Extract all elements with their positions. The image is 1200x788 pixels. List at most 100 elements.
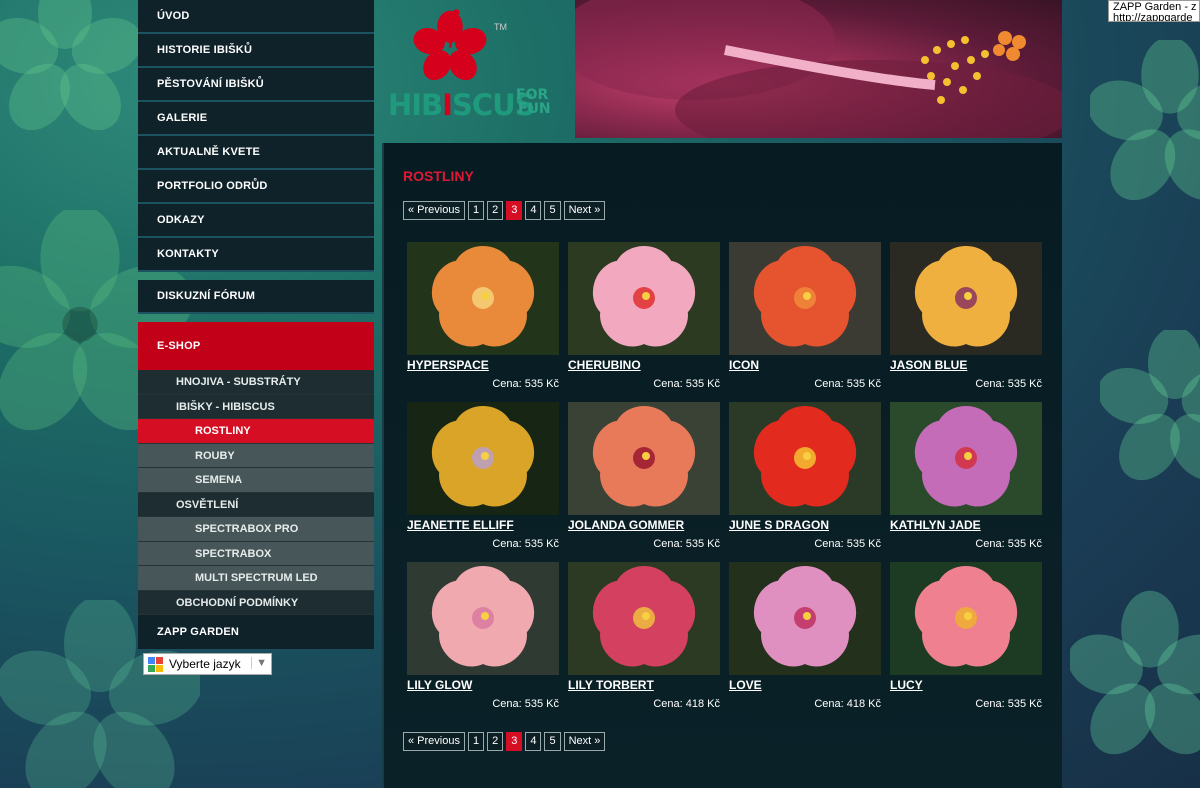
product-card[interactable]: ICON Cena: 535 Kč <box>729 242 881 400</box>
tooltip-url: http://zappgarde <box>1113 12 1193 22</box>
pagination-page-2[interactable]: 2 <box>487 201 504 220</box>
product-image[interactable] <box>890 242 1042 355</box>
pagination-page-3-current[interactable]: 3 <box>506 732 523 751</box>
product-name-link[interactable]: CHERUBINO <box>568 358 641 372</box>
nav-sub-plants[interactable]: ROSTLINY <box>138 419 374 444</box>
product-name-link[interactable]: ICON <box>729 358 759 372</box>
pagination-page-4[interactable]: 4 <box>525 732 542 751</box>
product-image[interactable] <box>729 242 881 355</box>
product-image[interactable] <box>890 402 1042 515</box>
nav-sub-fertilizers[interactable]: HNOJIVA - SUBSTRÁTY <box>138 370 374 395</box>
product-image[interactable] <box>729 562 881 675</box>
product-price: Cena: 535 Kč <box>975 538 1042 550</box>
header-banner-image <box>575 0 1062 138</box>
product-image[interactable] <box>568 562 720 675</box>
logo-wordmark: HIBISCUS <box>388 88 536 122</box>
product-name-link[interactable]: JEANETTE ELLIFF <box>407 518 514 532</box>
product-card[interactable]: JEANETTE ELLIFF Cena: 535 Kč <box>407 402 559 560</box>
product-name-link[interactable]: LILY TORBERT <box>568 678 654 692</box>
pagination-page-3-current[interactable]: 3 <box>506 201 523 220</box>
pagination-page-5[interactable]: 5 <box>544 732 561 751</box>
trademark-label: TM <box>494 22 507 32</box>
hibiscus-flower-icon <box>753 246 857 347</box>
product-name-link[interactable]: LUCY <box>890 678 923 692</box>
product-image[interactable] <box>568 402 720 515</box>
product-name-link[interactable]: KATHLYN JADE <box>890 518 981 532</box>
product-card[interactable]: LILY TORBERT Cena: 418 Kč <box>568 562 720 720</box>
nav-item-pestovani[interactable]: PĚSTOVÁNÍ IBIŠKŮ <box>138 68 374 102</box>
nav-item-zapp-garden[interactable]: ZAPP GARDEN <box>138 615 374 649</box>
nav-sub-lighting[interactable]: OSVĚTLENÍ <box>138 492 374 517</box>
product-card[interactable]: CHERUBINO Cena: 535 Kč <box>568 242 720 400</box>
product-name-link[interactable]: JASON BLUE <box>890 358 967 372</box>
background-flower-icon <box>1097 327 1200 481</box>
hibiscus-flower-icon <box>914 406 1018 507</box>
product-image[interactable] <box>407 242 559 355</box>
product-card[interactable]: KATHLYN JADE Cena: 535 Kč <box>890 402 1042 560</box>
product-card[interactable]: LILY GLOW Cena: 535 Kč <box>407 562 559 720</box>
logo-fun: FUN <box>518 101 551 117</box>
nav-sub-multi-led[interactable]: MULTI SPECTRUM LED <box>138 566 374 591</box>
pagination-bottom: « Previous 1 2 3 4 5 Next » <box>403 732 606 751</box>
product-card[interactable]: LUCY Cena: 535 Kč <box>890 562 1042 720</box>
pagination-next[interactable]: Next » <box>563 732 606 751</box>
product-card[interactable]: JUNE S DRAGON Cena: 535 Kč <box>729 402 881 560</box>
product-card[interactable]: LOVE Cena: 418 Kč <box>729 562 881 720</box>
background-flower-icon <box>0 0 143 131</box>
product-price: Cena: 535 Kč <box>975 698 1042 710</box>
product-image[interactable] <box>407 402 559 515</box>
product-image[interactable] <box>568 242 720 355</box>
nav-item-galerie[interactable]: GALERIE <box>138 102 374 136</box>
product-price: Cena: 535 Kč <box>653 538 720 550</box>
nav-item-eshop[interactable]: E-SHOP <box>138 322 374 370</box>
product-card[interactable]: HYPERSPACE Cena: 535 Kč <box>407 242 559 400</box>
site-logo[interactable]: TM HIBISCUS FOR FUN <box>384 0 574 140</box>
product-card[interactable]: JASON BLUE Cena: 535 Kč <box>890 242 1042 400</box>
pagination-page-1[interactable]: 1 <box>467 201 485 220</box>
page-title: ROSTLINY <box>403 168 474 184</box>
nav-sub-spectrabox-pro[interactable]: SPECTRABOX PRO <box>138 517 374 542</box>
nav-sub-terms[interactable]: OBCHODNÍ PODMÍNKY <box>138 590 374 615</box>
product-name-link[interactable]: JUNE S DRAGON <box>729 518 829 532</box>
pagination-prev[interactable]: « Previous <box>403 732 465 751</box>
nav-sub-cuttings[interactable]: ROUBY <box>138 443 374 468</box>
product-name-link[interactable]: LILY GLOW <box>407 678 472 692</box>
nav-item-forum[interactable]: DISKUZNÍ FÓRUM <box>138 280 374 314</box>
pagination-page-2[interactable]: 2 <box>487 732 504 751</box>
nav-item-odkazy[interactable]: ODKAZY <box>138 204 374 238</box>
product-image[interactable] <box>407 562 559 675</box>
pagination-page-4[interactable]: 4 <box>525 201 542 220</box>
pagination-page-5[interactable]: 5 <box>544 201 561 220</box>
hibiscus-banner-icon <box>575 0 1062 138</box>
product-price: Cena: 535 Kč <box>653 378 720 390</box>
product-image[interactable] <box>729 402 881 515</box>
pagination-page-1[interactable]: 1 <box>467 732 485 751</box>
product-price: Cena: 535 Kč <box>814 378 881 390</box>
nav-sub-hibiscus[interactable]: IBIŠKY - HIBISCUS <box>138 394 374 419</box>
hibiscus-flower-icon <box>592 246 696 347</box>
nav-sub-seeds[interactable]: SEMENA <box>138 468 374 493</box>
nav-item-portfolio[interactable]: PORTFOLIO ODRŮD <box>138 170 374 204</box>
hibiscus-flower-icon <box>592 406 696 507</box>
product-name-link[interactable]: JOLANDA GOMMER <box>568 518 684 532</box>
nav-item-uvod[interactable]: ÚVOD <box>138 0 374 34</box>
pagination-next[interactable]: Next » <box>563 201 606 220</box>
nav-item-historie[interactable]: HISTORIE IBIŠKŮ <box>138 34 374 68</box>
nav-item-kontakty[interactable]: KONTAKTY <box>138 238 374 272</box>
pagination-top: « Previous 1 2 3 4 5 Next » <box>403 201 606 220</box>
language-select[interactable]: Vyberte jazyk ▼ <box>143 653 272 675</box>
hibiscus-flower-icon <box>753 566 857 667</box>
nav-sub-spectrabox[interactable]: SPECTRABOX <box>138 541 374 566</box>
product-card[interactable]: JOLANDA GOMMER Cena: 535 Kč <box>568 402 720 560</box>
product-name-link[interactable]: HYPERSPACE <box>407 358 489 372</box>
product-image[interactable] <box>890 562 1042 675</box>
product-name-link[interactable]: LOVE <box>729 678 762 692</box>
dropdown-arrow-icon[interactable]: ▼ <box>251 657 267 669</box>
hibiscus-flower-icon <box>914 566 1018 667</box>
pagination-prev[interactable]: « Previous <box>403 201 465 220</box>
link-tooltip: ZAPP Garden - z http://zappgarde <box>1108 0 1200 22</box>
product-price: Cena: 535 Kč <box>492 538 559 550</box>
nav-item-aktualne-kvete[interactable]: AKTUALNĚ KVETE <box>138 136 374 170</box>
product-price: Cena: 418 Kč <box>653 698 720 710</box>
